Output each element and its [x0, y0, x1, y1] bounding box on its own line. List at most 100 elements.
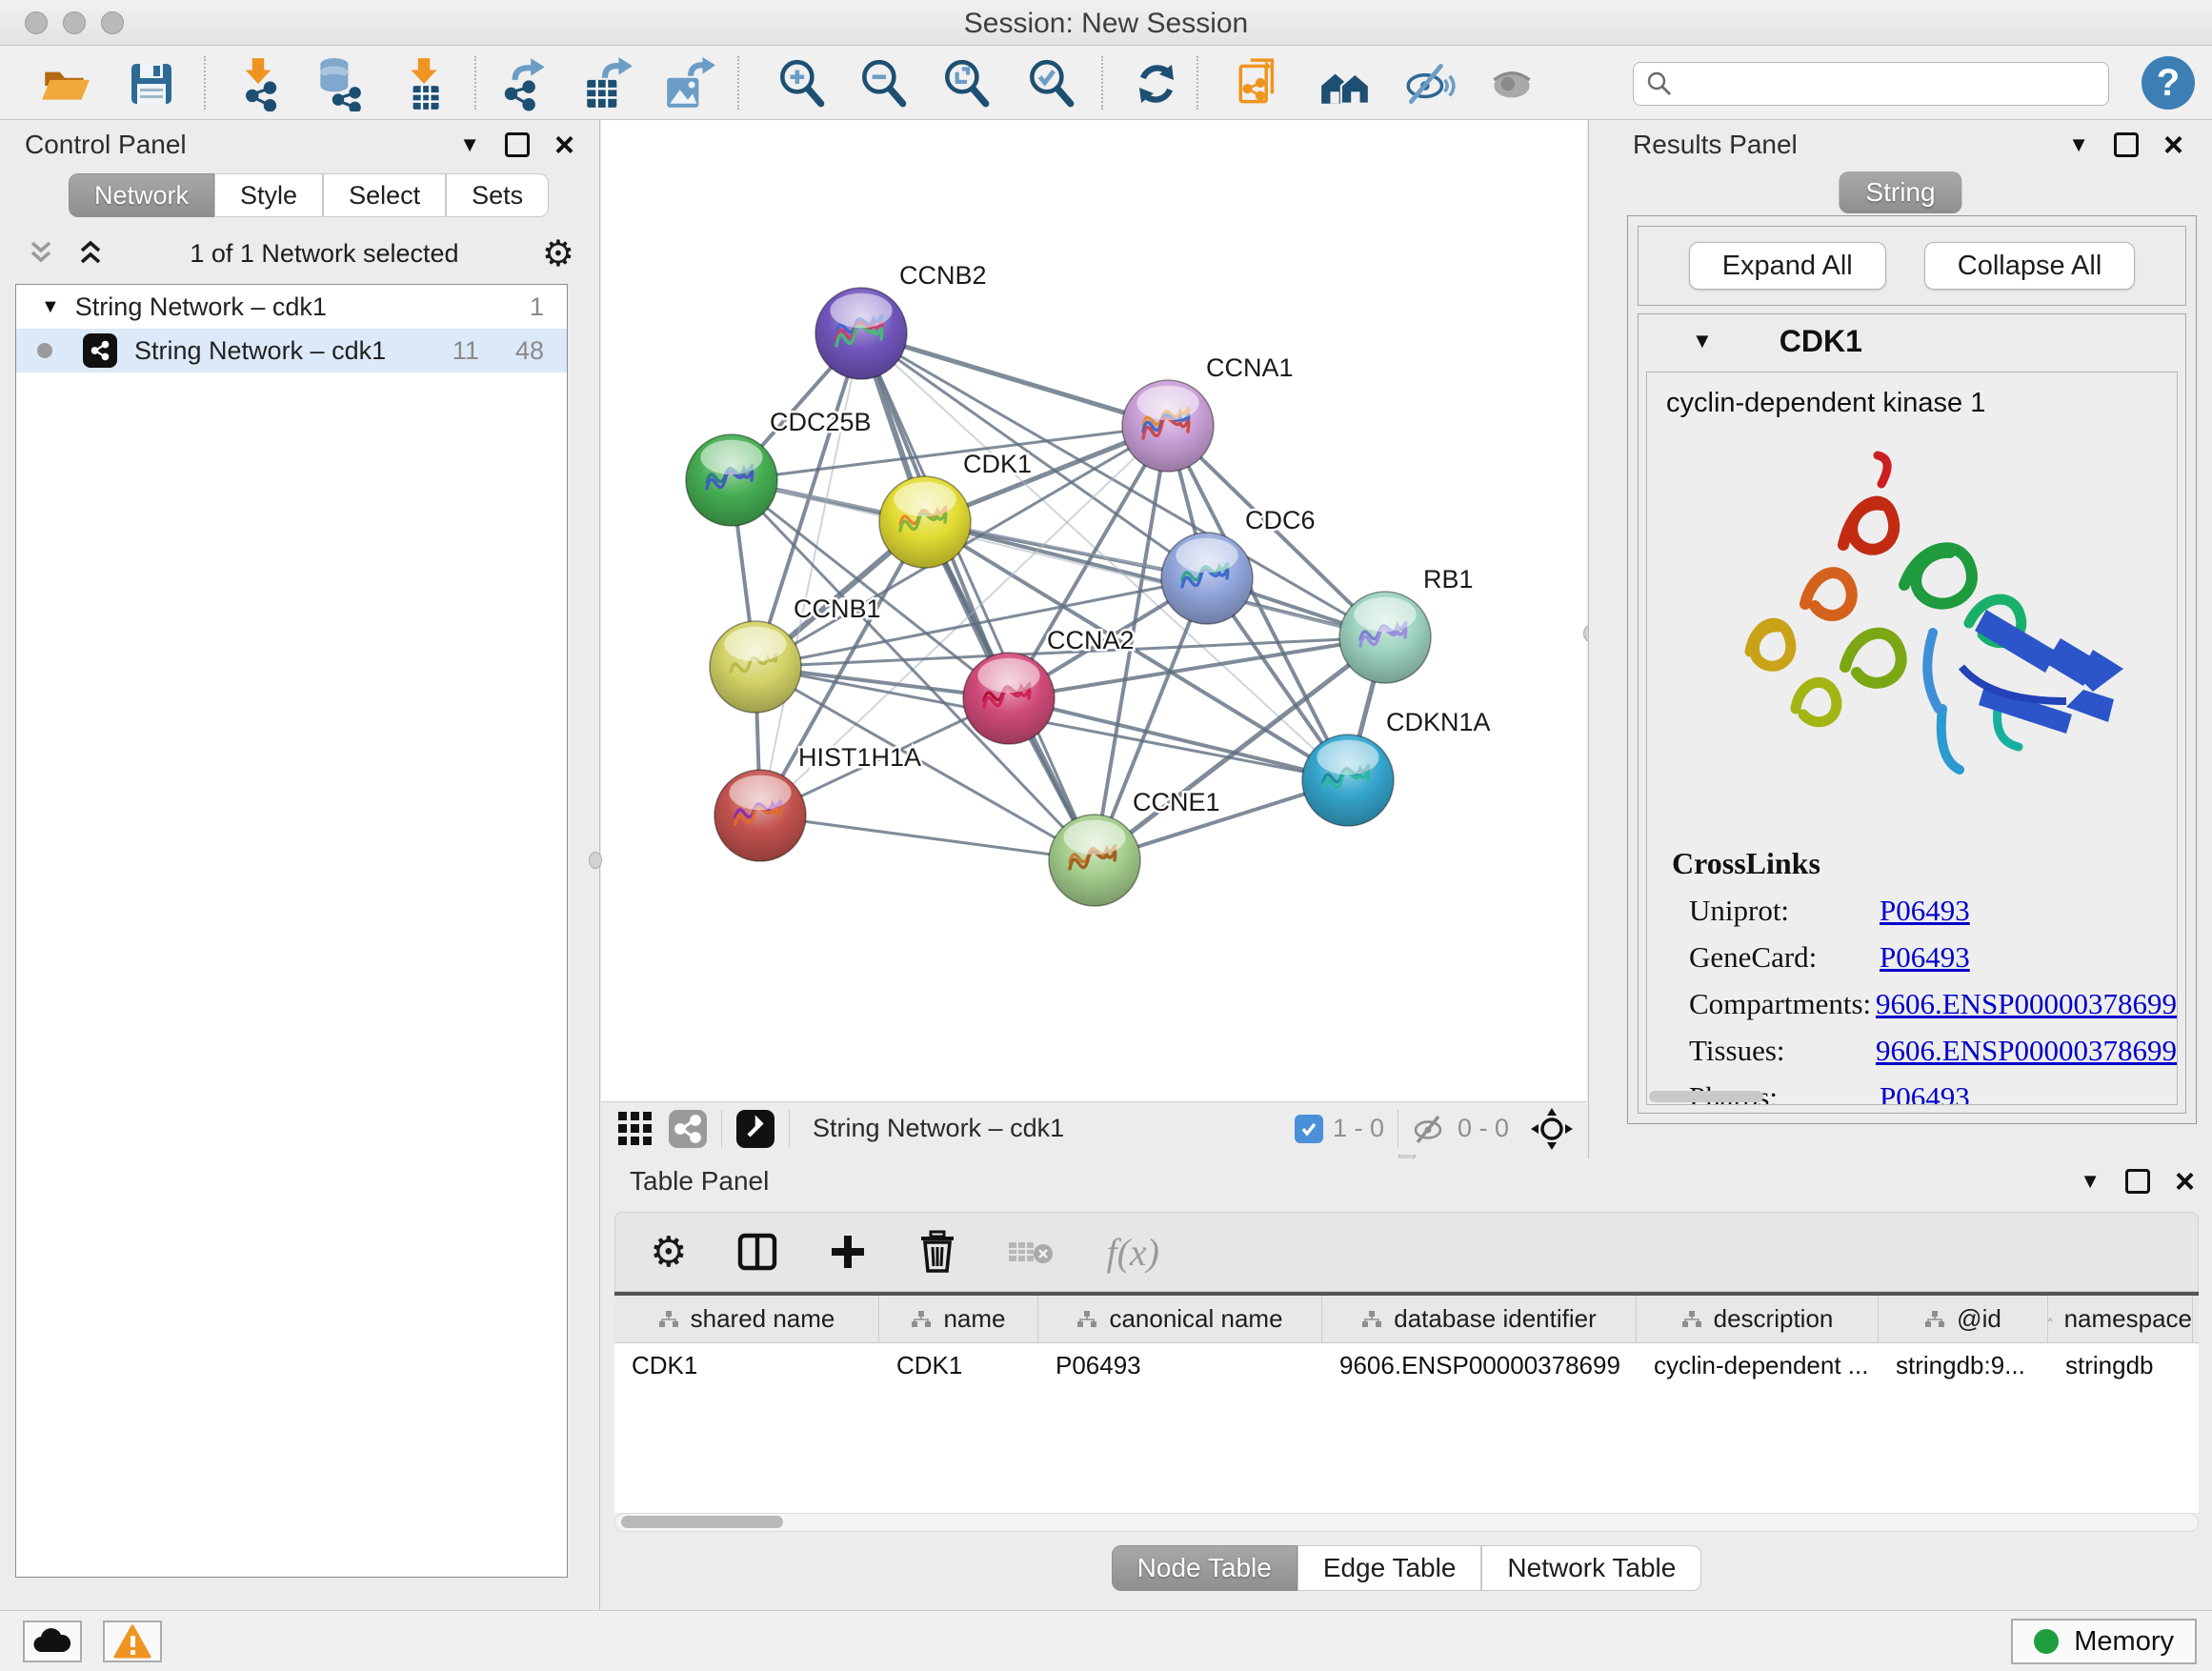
table-hscrollbar-thumb[interactable] [621, 1516, 783, 1528]
warnings-button[interactable] [103, 1621, 162, 1662]
network-overview-icon[interactable] [668, 1109, 708, 1149]
clone-network-button[interactable] [1229, 52, 1292, 115]
crosslink-value-link[interactable]: P06493 [1880, 887, 1970, 934]
tab-edge-table[interactable]: Edge Table [1297, 1545, 1482, 1591]
birdseye-grid-icon[interactable] [616, 1110, 654, 1148]
node-CDKN1A[interactable]: CDKN1A [1302, 708, 1491, 826]
export-image-button[interactable] [657, 52, 720, 115]
cloud-button[interactable] [23, 1621, 82, 1662]
export-table-button[interactable] [575, 52, 638, 115]
table-hscrollbar[interactable] [614, 1513, 2199, 1532]
tab-node-table[interactable]: Node Table [1112, 1545, 1297, 1591]
table-cell[interactable]: cyclin-dependent ... [1637, 1343, 1879, 1387]
save-session-button[interactable] [120, 52, 183, 115]
export-network-button[interactable] [493, 52, 556, 115]
search-input[interactable] [1674, 69, 2097, 100]
column-header-@id[interactable]: @id [1879, 1296, 2048, 1342]
column-header-database-identifier[interactable]: database identifier [1322, 1296, 1637, 1342]
panel-float-icon[interactable] [2114, 132, 2139, 157]
panel-collapse-icon[interactable]: ▼ [2068, 132, 2089, 157]
node-CDK1[interactable]: CDK1 [879, 450, 1032, 568]
edge-HIST1H1A-CCNE1[interactable] [760, 815, 1095, 860]
hide-selected-button[interactable] [1398, 52, 1460, 115]
tab-network-table[interactable]: Network Table [1481, 1545, 1701, 1591]
show-all-button[interactable] [1480, 52, 1543, 115]
zoom-in-button[interactable] [770, 52, 833, 115]
collapse-all-button[interactable]: Collapse All [1924, 242, 2136, 290]
eye-slash-icon [1401, 56, 1457, 111]
panel-collapse-icon[interactable]: ▼ [459, 132, 480, 157]
center-view-icon[interactable] [1530, 1107, 1574, 1151]
tree-expand-caret[interactable]: ▼ [41, 296, 60, 318]
table-cell[interactable]: stringdb:9... [1879, 1343, 2048, 1387]
network-canvas[interactable]: CCNB2CCNA1CDC25BCDK1CDC6RB1CCNB1CCNA2CDK… [601, 120, 1587, 1101]
expand-tree-icon[interactable] [25, 237, 57, 270]
node-CCNB1[interactable]: CCNB1 [710, 594, 881, 713]
crosslink-value-link[interactable]: 9606.ENSP00000378699 [1876, 1027, 2177, 1074]
edge-CCNB2-CCNA1[interactable] [861, 333, 1168, 426]
column-header-namespace[interactable]: namespace [2048, 1296, 2193, 1342]
table-cell[interactable]: P06493 [1038, 1343, 1322, 1387]
delete-column-icon[interactable] [917, 1230, 957, 1274]
collapse-tree-icon[interactable] [74, 237, 107, 270]
crosslink-value-link[interactable]: 9606.ENSP00000378699 [1876, 980, 2177, 1027]
node-CCNA1[interactable]: CCNA1 [1122, 353, 1294, 472]
panel-float-icon[interactable] [2125, 1169, 2150, 1194]
refresh-view-button[interactable] [1125, 52, 1188, 115]
column-header-canonical-name[interactable]: canonical name [1038, 1296, 1322, 1342]
expand-all-button[interactable]: Expand All [1689, 242, 1886, 290]
network-collection-row[interactable]: ▼ String Network – cdk1 1 [16, 285, 567, 329]
node-HIST1H1A[interactable]: HIST1H1A [714, 743, 921, 861]
table-row[interactable]: CDK1CDK1P064939606.ENSP00000378699cyclin… [614, 1343, 2199, 1387]
crosslinks-title: CrossLinks [1672, 846, 2177, 881]
entry-collapse-caret[interactable]: ▼ [1692, 329, 1713, 353]
import-network-database-button[interactable] [307, 52, 370, 115]
network-row[interactable]: String Network – cdk1 11 48 [16, 329, 567, 372]
panel-close-icon[interactable]: × [554, 132, 574, 157]
crosslink-value-link[interactable]: P06493 [1880, 1074, 1970, 1105]
table-cell[interactable]: CDK1 [879, 1343, 1038, 1387]
selected-checkbox[interactable] [1295, 1115, 1323, 1143]
crosslink-row: Uniprot:P06493 [1647, 887, 2177, 934]
table-tabs: Node TableEdge TableNetwork Table [601, 1545, 2212, 1591]
show-columns-icon[interactable] [736, 1231, 778, 1273]
node-CCNA2[interactable]: CCNA2 [963, 626, 1135, 744]
node-CCNE1[interactable]: CCNE1 [1049, 788, 1220, 906]
panel-close-icon[interactable]: × [2163, 132, 2183, 157]
tab-select[interactable]: Select [323, 173, 446, 217]
tab-string[interactable]: String [1839, 171, 1961, 213]
table-cell[interactable]: 9606.ENSP00000378699 [1322, 1343, 1637, 1387]
left-splitter-handle[interactable] [589, 852, 602, 869]
zoom-selected-button[interactable] [1019, 52, 1082, 115]
crosslink-value-link[interactable]: P06493 [1880, 934, 1970, 980]
table-options-gear-icon[interactable]: ⚙ [650, 1228, 687, 1277]
bar-separator [721, 1110, 722, 1148]
zoom-fit-button[interactable] [935, 52, 997, 115]
refresh-icon [1130, 57, 1183, 111]
import-network-file-button[interactable] [227, 52, 290, 115]
add-column-icon[interactable] [828, 1232, 868, 1272]
table-cell[interactable]: CDK1 [614, 1343, 879, 1387]
column-header-description[interactable]: description [1637, 1296, 1879, 1342]
results-scrollbar[interactable] [1649, 1091, 1763, 1102]
string-home-button[interactable] [1314, 52, 1377, 115]
memory-label: Memory [2074, 1626, 2174, 1658]
panel-float-icon[interactable] [505, 132, 530, 157]
help-button[interactable]: ? [2142, 56, 2195, 110]
panel-collapse-icon[interactable]: ▼ [2080, 1169, 2101, 1194]
tab-network[interactable]: Network [69, 173, 214, 217]
column-header-name[interactable]: name [879, 1296, 1038, 1342]
edge-CCNB2-CCNE1[interactable] [861, 333, 1095, 860]
table-cell[interactable]: stringdb [2048, 1343, 2193, 1387]
panel-close-icon[interactable]: × [2175, 1169, 2195, 1194]
zoom-out-button[interactable] [852, 52, 915, 115]
import-table-file-button[interactable] [392, 52, 455, 115]
tab-sets[interactable]: Sets [446, 173, 549, 217]
open-in-window-icon[interactable] [735, 1109, 775, 1149]
tab-style[interactable]: Style [214, 173, 323, 217]
column-header-shared-name[interactable]: shared name [614, 1296, 879, 1342]
memory-button[interactable]: Memory [2011, 1619, 2197, 1664]
network-options-gear-icon[interactable]: ⚙ [542, 232, 574, 274]
open-session-button[interactable] [34, 52, 97, 115]
node-RB1[interactable]: RB1 [1339, 565, 1474, 683]
